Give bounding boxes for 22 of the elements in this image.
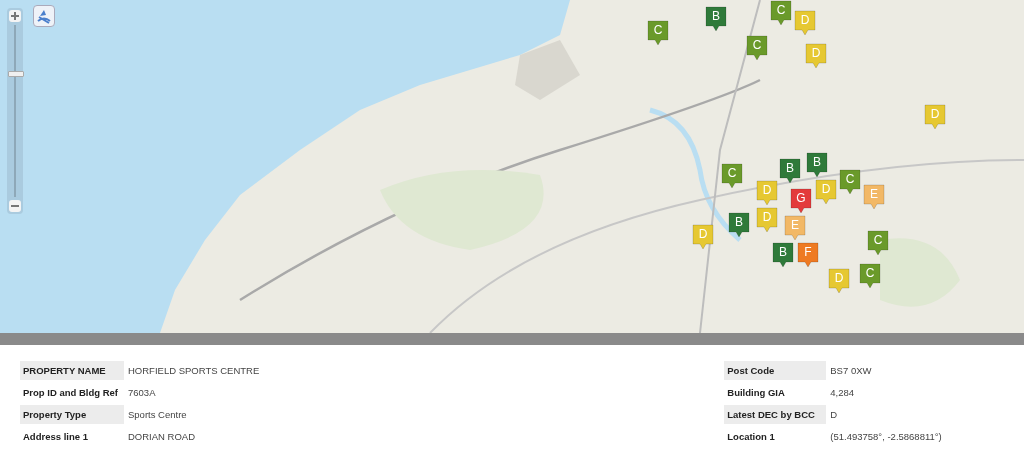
field-value: (51.493758°, -2.5868811°) [829, 430, 942, 442]
zoom-in-icon[interactable] [9, 10, 21, 22]
field-label: Address line 1 [22, 429, 89, 444]
zoom-out-icon[interactable] [9, 200, 21, 212]
field-value: BS7 0XW [829, 364, 872, 376]
field-label: Location 1 [726, 429, 776, 444]
field-label: Prop ID and Bldg Ref [22, 385, 119, 400]
field-label: PROPERTY NAME [20, 360, 124, 380]
zoom-slider[interactable] [7, 8, 23, 214]
field-value: DORIAN ROAD [127, 430, 196, 442]
field-value: 7603A [127, 386, 156, 398]
field-value: 4,284 [829, 386, 855, 398]
field-value: Sports Centre [127, 408, 187, 420]
map-view[interactable]: C B C D C D D C B B D C D D G E B D E B F C D C [0, 0, 1024, 333]
field-value: HORFIELD SPORTS CENTRE [127, 364, 260, 376]
field-label: Property Type [20, 404, 124, 424]
field-value: D [829, 408, 838, 420]
field-label: Latest DEC by BCC [724, 404, 827, 424]
field-label: Building GIA [726, 385, 786, 400]
zoom-slider-thumb[interactable] [8, 71, 24, 78]
full-extent-icon[interactable] [33, 5, 55, 27]
field-label: Post Code [724, 360, 827, 380]
